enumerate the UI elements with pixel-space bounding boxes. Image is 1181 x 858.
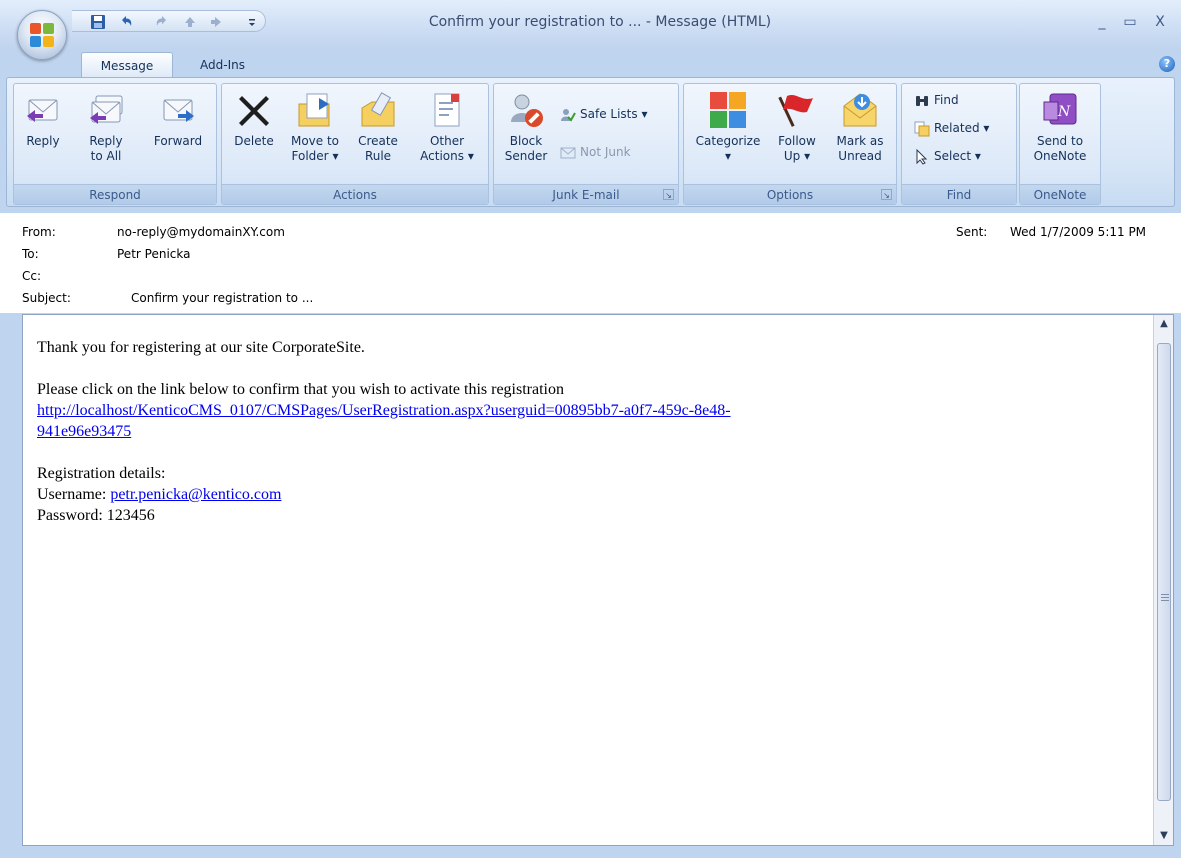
categorize-icon	[708, 90, 748, 130]
categorize-button[interactable]: Categorize ▾	[690, 90, 766, 164]
onenote-icon: N	[1040, 90, 1080, 130]
maximize-button[interactable]: ▭	[1118, 14, 1142, 30]
undo-icon[interactable]	[118, 14, 134, 30]
scroll-thumb[interactable]	[1157, 343, 1171, 801]
office-button[interactable]	[17, 10, 67, 60]
cursor-icon	[914, 148, 930, 165]
reply-icon	[23, 90, 63, 130]
scroll-up-arrow-icon[interactable]: ▲	[1154, 315, 1174, 333]
group-actions: Delete Move to Folder ▾ Create Rule Othe…	[221, 83, 489, 205]
safe-lists-icon	[560, 107, 576, 123]
block-sender-icon	[506, 90, 546, 130]
group-options: Categorize ▾ Follow Up ▾ Mark as Unread O…	[683, 83, 897, 205]
reply-button[interactable]: Reply	[18, 90, 68, 149]
quick-access-toolbar	[72, 10, 266, 32]
move-to-folder-button[interactable]: Move to Folder ▾	[284, 90, 346, 164]
group-respond: Reply Reply to All Forward Respond	[13, 83, 217, 205]
title-bar: Confirm your registration to ... - Messa…	[0, 0, 1181, 52]
group-find-label: Find	[902, 184, 1016, 204]
message-header: From: no-reply@mydomainXY.com To: Petr P…	[0, 213, 1181, 313]
group-onenote-label: OneNote	[1020, 184, 1100, 204]
binoculars-icon	[914, 93, 930, 109]
group-junk-email: Block Sender Safe Lists ▾ Not Junk Junk …	[493, 83, 679, 205]
sent-label: Sent:	[956, 225, 988, 239]
related-icon	[914, 121, 930, 137]
options-launcher-icon[interactable]: ↘	[881, 189, 892, 200]
customize-icon[interactable]	[244, 14, 260, 30]
send-to-onenote-button[interactable]: N Send to OneNote	[1028, 90, 1092, 164]
reply-all-icon	[86, 90, 126, 130]
subject-label: Subject:	[22, 291, 71, 305]
details-heading: Registration details:	[37, 465, 166, 482]
save-icon[interactable]	[90, 14, 106, 30]
other-actions-icon	[427, 90, 467, 130]
block-sender-button[interactable]: Block Sender	[498, 90, 554, 164]
move-to-folder-icon	[295, 90, 335, 130]
delete-button[interactable]: Delete	[228, 90, 280, 149]
password-label: Password:	[37, 507, 107, 524]
to-label: To:	[22, 247, 39, 261]
safe-lists-button[interactable]: Safe Lists ▾	[560, 104, 647, 124]
help-icon[interactable]: ?	[1159, 56, 1175, 72]
junk-email-launcher-icon[interactable]: ↘	[663, 189, 674, 200]
other-actions-button[interactable]: Other Actions ▾	[414, 90, 480, 164]
to-value[interactable]: Petr Penicka	[117, 247, 190, 261]
flag-icon	[777, 90, 817, 130]
minimize-button[interactable]: _	[1090, 14, 1114, 30]
redo-icon[interactable]	[154, 14, 170, 30]
office-logo-icon	[30, 23, 55, 48]
follow-up-button[interactable]: Follow Up ▾	[770, 90, 824, 164]
ribbon: Reply Reply to All Forward Respond Delet…	[6, 77, 1175, 207]
reply-all-button[interactable]: Reply to All	[78, 90, 134, 164]
up-arrow-icon[interactable]	[182, 14, 198, 30]
instruction-text: Please click on the link below to confir…	[37, 381, 564, 398]
window-title: Confirm your registration to ... - Messa…	[428, 14, 772, 30]
group-find: Find Related ▾ Select ▾ Find	[901, 83, 1017, 205]
create-rule-button[interactable]: Create Rule	[350, 90, 406, 164]
from-value[interactable]: no-reply@mydomainXY.com	[117, 225, 285, 239]
not-junk-icon	[560, 145, 576, 161]
cc-label: Cc:	[22, 269, 42, 283]
group-options-label: Options	[684, 184, 896, 204]
tab-add-ins[interactable]: Add-Ins	[190, 52, 255, 78]
group-actions-label: Actions	[222, 184, 488, 204]
select-button[interactable]: Select ▾	[914, 146, 981, 166]
delete-icon	[234, 90, 274, 130]
svg-text:N: N	[1057, 104, 1071, 120]
forward-icon	[158, 90, 198, 130]
message-content: Thank you for registering at our site Co…	[37, 337, 1037, 526]
scroll-down-arrow-icon[interactable]: ▼	[1154, 827, 1174, 845]
from-label: From:	[22, 225, 56, 239]
group-onenote: N Send to OneNote OneNote	[1019, 83, 1101, 205]
vertical-scrollbar[interactable]: ▲ ▼	[1153, 315, 1173, 845]
mark-as-unread-button[interactable]: Mark as Unread	[830, 90, 890, 164]
subject-value: Confirm your registration to ...	[131, 291, 314, 305]
username-line: Username: petr.penicka@kentico.com	[37, 484, 1037, 505]
greeting-text: Thank you for registering at our site Co…	[37, 339, 365, 356]
password-line: Password: 123456	[37, 505, 1037, 526]
create-rule-icon	[358, 90, 398, 130]
close-button[interactable]: X	[1148, 14, 1172, 30]
confirmation-link[interactable]: http://localhost/KenticoCMS_0107/CMSPage…	[37, 402, 731, 440]
username-link[interactable]: petr.penicka@kentico.com	[110, 486, 281, 503]
group-respond-label: Respond	[14, 184, 216, 204]
related-button[interactable]: Related ▾	[914, 118, 989, 138]
group-junk-email-label: Junk E-mail	[494, 184, 678, 204]
sent-value: Wed 1/7/2009 5:11 PM	[1010, 225, 1147, 239]
message-body: Thank you for registering at our site Co…	[22, 314, 1174, 846]
tab-message[interactable]: Message	[81, 52, 173, 78]
mark-unread-icon	[840, 90, 880, 130]
not-junk-button[interactable]: Not Junk	[560, 142, 631, 162]
forward-button[interactable]: Forward	[146, 90, 210, 149]
find-button[interactable]: Find	[914, 90, 959, 110]
down-arrow-icon[interactable]	[208, 14, 224, 30]
username-label: Username:	[37, 486, 111, 503]
password-value: 123456	[106, 507, 155, 524]
